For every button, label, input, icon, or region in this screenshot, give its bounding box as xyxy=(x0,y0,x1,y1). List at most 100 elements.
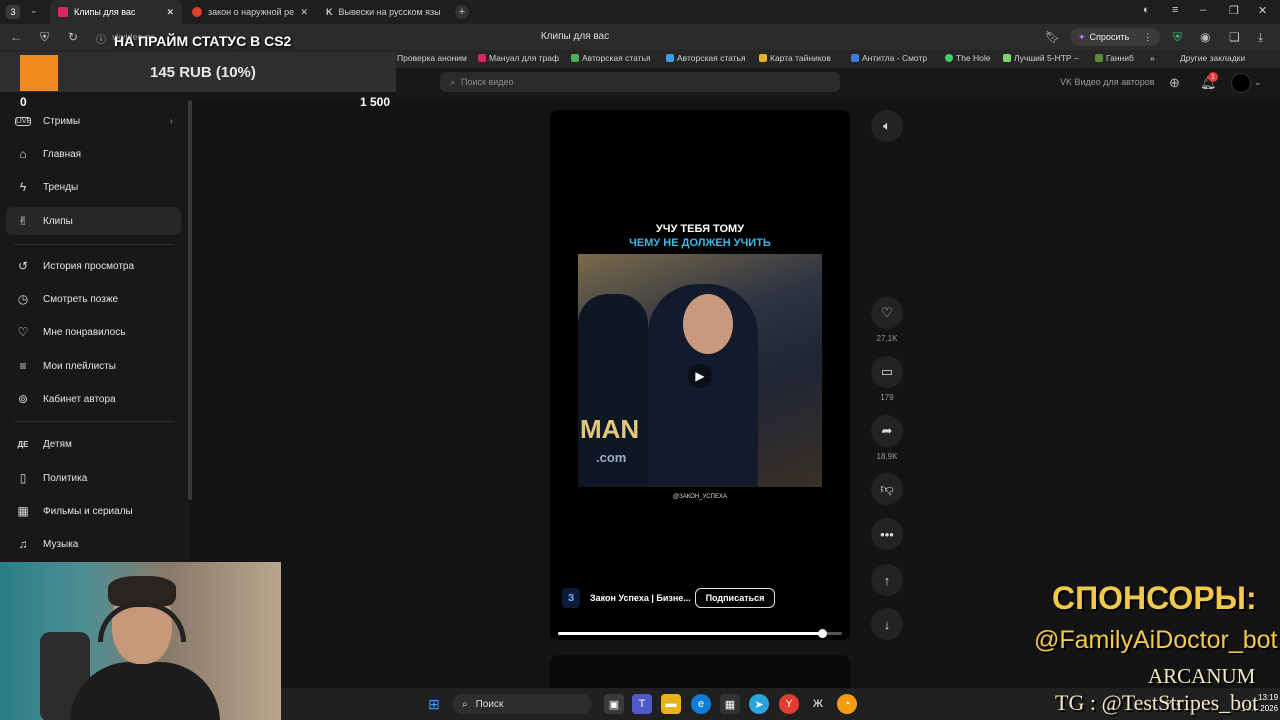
bookmark-label: Лучший 5-НТР – xyxy=(1014,53,1079,63)
comment-count: 179 xyxy=(880,393,894,402)
sidebar-item-clips[interactable]: ✌︎ Клипы xyxy=(6,207,181,235)
sidebar-item-label: Смотреть позже xyxy=(43,293,119,305)
donation-goal-title: НА ПРАЙМ СТАТУС В CS2 xyxy=(114,33,292,49)
close-icon[interactable]: ✕ xyxy=(300,7,308,18)
download-icon[interactable]: ⤓ xyxy=(1258,30,1263,45)
close-icon[interactable]: ✕ xyxy=(166,7,174,18)
authors-link[interactable]: VK Видео для авторов xyxy=(1060,77,1155,87)
tab-label: Вывески на русском язы xyxy=(338,7,441,17)
task-view-icon[interactable]: ▣ xyxy=(604,694,624,714)
menu-icon[interactable]: ≡ xyxy=(1172,4,1178,16)
bookmark-label: Авторская статья xyxy=(677,53,746,63)
yandex-icon xyxy=(192,7,202,17)
tab-signs[interactable]: K Вывески на русском язы xyxy=(318,0,450,24)
windows-start-icon[interactable]: ⊞ xyxy=(424,694,444,714)
site-info-icon[interactable]: ⓘ xyxy=(96,31,106,46)
like-icon[interactable]: ♡ xyxy=(871,297,903,329)
chevron-down-icon[interactable]: ⌄ xyxy=(30,5,38,16)
bookmarks-overflow[interactable]: » xyxy=(1150,53,1155,63)
chevron-right-icon: › xyxy=(169,115,173,127)
other-bookmarks[interactable]: Другие закладки xyxy=(1180,53,1245,63)
sidebar-item-studio[interactable]: ⊚ Кабинет автора xyxy=(6,385,181,413)
book-icon: ▯ xyxy=(19,471,27,485)
yandex-browser-icon[interactable]: Y xyxy=(779,694,799,714)
bookmark-label: Проверка аноним xyxy=(397,53,467,63)
sidebar-item-watch-later[interactable]: ◷ Смотреть позже xyxy=(6,285,181,313)
maximize-button[interactable]: ❐ xyxy=(1229,4,1239,17)
more-icon[interactable]: ••• xyxy=(871,518,903,550)
vpn-shield-icon[interactable]: ⛨ xyxy=(1173,30,1182,45)
search-input[interactable]: ⌕ Поиск видео xyxy=(440,72,840,92)
arrow-up-icon[interactable]: ↑ xyxy=(871,564,903,596)
sidebar-item-music[interactable]: ♫ Музыка xyxy=(6,530,181,558)
sidebar-item-liked[interactable]: ♡ Мне понравилось xyxy=(6,318,181,346)
dislike-icon[interactable]: 👎︎ xyxy=(871,473,903,505)
donation-goal-fill xyxy=(20,55,58,91)
person-body xyxy=(70,662,220,720)
bookmark-item[interactable]: The Hole xyxy=(945,53,991,63)
more-icon[interactable]: ⋮ xyxy=(1143,32,1152,43)
bookmark-item[interactable]: Ганниб xyxy=(1095,53,1134,63)
new-tab-button[interactable]: + xyxy=(455,5,469,19)
avatar[interactable] xyxy=(1231,73,1251,93)
clock-icon: ◷ xyxy=(17,292,29,306)
app-icon[interactable]: Ж xyxy=(808,694,828,714)
taskbar-search[interactable]: ⌕ Поиск xyxy=(452,694,592,714)
tab-label: Клипы для вас xyxy=(74,7,136,17)
tab-law[interactable]: закон о наружной рекла ✕ xyxy=(184,0,316,24)
tab-clips[interactable]: Клипы для вас ✕ xyxy=(50,0,182,24)
sidebar-scrollbar[interactable] xyxy=(188,100,192,500)
play-icon[interactable]: ▶ xyxy=(688,364,712,388)
clips-icon: ✌︎ xyxy=(17,214,29,228)
upload-icon[interactable]: ⊕ xyxy=(1169,75,1180,91)
folder-icon[interactable]: ▬ xyxy=(661,694,681,714)
headphones-icon xyxy=(98,602,186,642)
bookmark-item[interactable]: Лучший 5-НТР – xyxy=(1003,53,1079,63)
sidebar-item-streams[interactable]: LIVE Стримы › xyxy=(6,107,181,135)
chevron-down-icon[interactable]: ⌄ xyxy=(1254,77,1262,88)
bookmark-item[interactable]: Карта тайников xyxy=(759,53,831,63)
bookmark-label: Авторская статья xyxy=(582,53,651,63)
collections-icon[interactable]: ❏ xyxy=(1229,30,1240,44)
arrow-down-icon[interactable]: ↓ xyxy=(871,608,903,640)
sidebar-item-label: Политика xyxy=(43,472,88,484)
close-window-button[interactable]: ✕ xyxy=(1258,4,1267,17)
bookmark-item[interactable]: Авторская статья xyxy=(666,53,746,63)
sidebar-item-films[interactable]: ▦ Фильмы и сериалы xyxy=(6,497,181,525)
music-icon: ♫ xyxy=(18,537,28,551)
back-icon[interactable]: ← xyxy=(10,30,22,44)
channel-name[interactable]: Закон Успеха | Бизне... xyxy=(590,593,691,603)
kids-icon: ДЕ xyxy=(17,439,29,449)
sidebar-item-trends[interactable]: ϟ Тренды xyxy=(6,173,181,201)
bookmark-item[interactable]: Проверка аноним xyxy=(386,53,467,63)
store-icon[interactable]: ▦ xyxy=(720,694,740,714)
reload-icon[interactable]: ↻ xyxy=(68,30,78,44)
profile-icon[interactable]: ◐ xyxy=(1143,4,1150,16)
comment-icon[interactable]: ▭ xyxy=(871,356,903,388)
workspace-icon[interactable]: 3 xyxy=(6,5,20,19)
next-clip-preview[interactable] xyxy=(550,655,850,690)
bookmark-icon[interactable]: 🔖︎ xyxy=(1045,30,1060,44)
sidebar-item-playlists[interactable]: ≡ Мои плейлисты xyxy=(6,352,181,380)
subscribe-button[interactable]: Подписаться xyxy=(695,588,775,608)
edge-icon[interactable]: e xyxy=(691,694,711,714)
shield-icon[interactable]: ⛨ xyxy=(40,30,49,45)
teams-icon[interactable]: T xyxy=(632,694,652,714)
telegram-icon[interactable]: ➤ xyxy=(749,694,769,714)
sidebar-item-kids[interactable]: ДЕ Детям xyxy=(6,430,181,458)
sidebar-item-politics[interactable]: ▯ Политика xyxy=(6,464,181,492)
minimize-button[interactable]: – xyxy=(1200,4,1206,16)
app-icon[interactable]: ◔ xyxy=(837,694,857,714)
ask-ai-button[interactable]: ✦ Спросить ⋮ xyxy=(1070,28,1161,46)
sidebar-item-home[interactable]: ⌂ Главная xyxy=(6,140,181,168)
bookmark-item[interactable]: Мануал для траф xyxy=(478,53,559,63)
film-icon: ▦ xyxy=(17,504,29,518)
share-icon[interactable]: ➦ xyxy=(871,415,903,447)
extension-icon[interactable]: ◉ xyxy=(1200,30,1210,44)
volume-icon[interactable]: 🔈︎ xyxy=(871,110,903,142)
sidebar-item-history[interactable]: ↺ История просмотра xyxy=(6,252,181,280)
bookmark-label: Антитла - Смотр xyxy=(862,53,928,63)
bookmark-item[interactable]: Антитла - Смотр xyxy=(851,53,927,63)
channel-avatar[interactable]: З xyxy=(562,588,580,608)
bookmark-item[interactable]: Авторская статья xyxy=(571,53,651,63)
